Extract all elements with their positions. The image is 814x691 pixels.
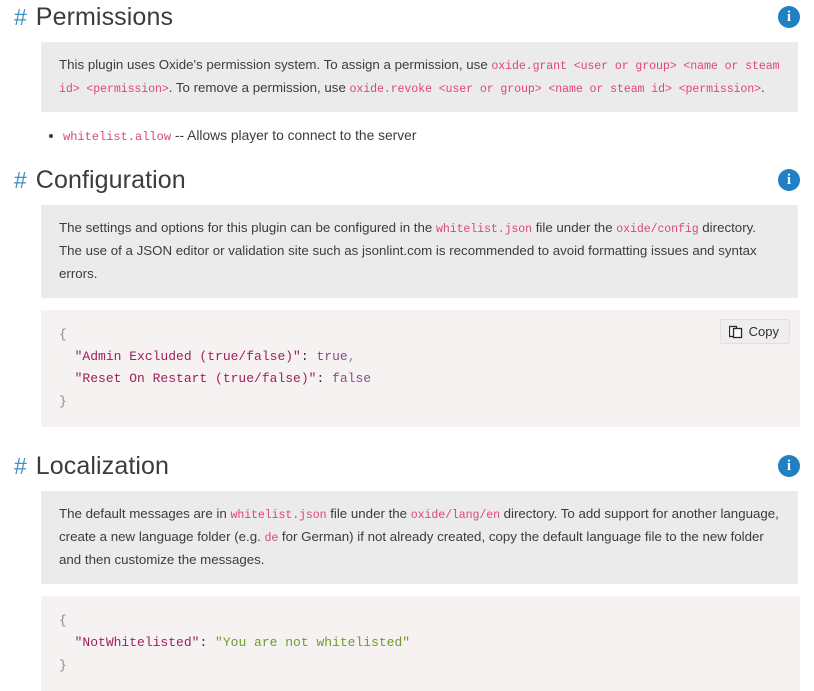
permission-description: -- Allows player to connect to the serve…	[171, 127, 417, 143]
json-colon: :	[300, 349, 317, 365]
copy-button[interactable]: Copy	[719, 318, 790, 345]
localization-code-block: { "NotWhitelisted": "You are not whiteli…	[41, 595, 800, 691]
note-text-c: .	[761, 79, 765, 95]
json-comma: ,	[347, 349, 356, 365]
info-icon[interactable]: i	[778, 6, 800, 28]
heading-localization: # Localization i	[0, 449, 814, 483]
permissions-note-box: This plugin uses Oxide's permission syst…	[41, 42, 798, 112]
inline-code-whitelist-json: whitelist.json	[230, 509, 327, 523]
hash-icon: #	[14, 3, 27, 30]
configuration-json: { "Admin Excluded (true/false)": true, "…	[59, 324, 784, 413]
json-key: "Reset On Restart (true/false)"	[74, 371, 317, 387]
section-localization: # Localization i The default messages ar…	[0, 449, 814, 691]
hash-icon: #	[14, 166, 27, 193]
info-icon-glyph: i	[786, 8, 792, 25]
json-brace-close: }	[59, 393, 67, 409]
page-title: Configuration	[35, 165, 186, 194]
inline-code-whitelist-json: whitelist.json	[436, 223, 533, 237]
note-text-b: . To remove a permission, use	[168, 79, 350, 95]
note-text-a: The settings and options for this plugin…	[59, 220, 436, 236]
info-icon[interactable]: i	[778, 169, 800, 192]
info-icon[interactable]: i	[778, 455, 800, 478]
inline-code-oxide-revoke: oxide.revoke <user or group> <name or st…	[349, 82, 762, 96]
configuration-note-box: The settings and options for this plugin…	[41, 205, 798, 298]
localization-note-text: The default messages are in whitelist.js…	[59, 503, 782, 572]
inline-code-oxide-config: oxide/config	[616, 223, 699, 237]
list-item: whitelist.allow -- Allows player to conn…	[41, 125, 798, 147]
json-colon: :	[199, 635, 216, 651]
json-key: "NotWhitelisted"	[74, 635, 200, 651]
note-text-b: file under the	[532, 220, 617, 236]
json-brace-open: {	[59, 612, 67, 628]
permissions-note-text: This plugin uses Oxide's permission syst…	[59, 54, 782, 100]
section-configuration: # Configuration i The settings and optio…	[0, 163, 814, 428]
heading-permissions: # Permissions i	[0, 0, 814, 34]
documentation-page: # Permissions i This plugin uses Oxide's…	[0, 0, 814, 691]
inline-code-oxide-lang-en: oxide/lang/en	[410, 509, 500, 523]
permissions-list: whitelist.allow -- Allows player to conn…	[41, 125, 798, 147]
note-text-a: This plugin uses Oxide's permission syst…	[59, 57, 492, 72]
json-value-string: "You are not whitelisted"	[215, 635, 411, 651]
localization-json: { "NotWhitelisted": "You are not whiteli…	[59, 610, 784, 677]
copy-icon	[728, 325, 743, 339]
info-icon-glyph: i	[786, 457, 792, 474]
localization-note-box: The default messages are in whitelist.js…	[41, 491, 798, 584]
hash-icon: #	[14, 452, 27, 479]
info-icon-glyph: i	[786, 171, 792, 188]
note-text-b: file under the	[326, 506, 411, 522]
heading-configuration: # Configuration i	[0, 163, 814, 197]
copy-button-label: Copy	[748, 323, 779, 339]
json-key: "Admin Excluded (true/false)"	[74, 349, 301, 365]
inline-code-de: de	[264, 532, 279, 546]
json-value-boolean: false	[332, 371, 372, 387]
configuration-note-text: The settings and options for this plugin…	[59, 217, 782, 286]
json-value-boolean: true	[316, 349, 348, 365]
configuration-code-block: Copy { "Admin Excluded (true/false)": tr…	[41, 309, 800, 428]
permission-name: whitelist.allow	[63, 129, 172, 144]
page-title: Permissions	[35, 2, 174, 31]
json-brace-close: }	[59, 657, 67, 673]
json-colon: :	[316, 371, 333, 387]
page-title: Localization	[35, 451, 170, 480]
json-brace-open: {	[59, 326, 67, 342]
section-permissions: # Permissions i This plugin uses Oxide's…	[0, 0, 814, 147]
note-text-a: The default messages are in	[59, 506, 231, 522]
